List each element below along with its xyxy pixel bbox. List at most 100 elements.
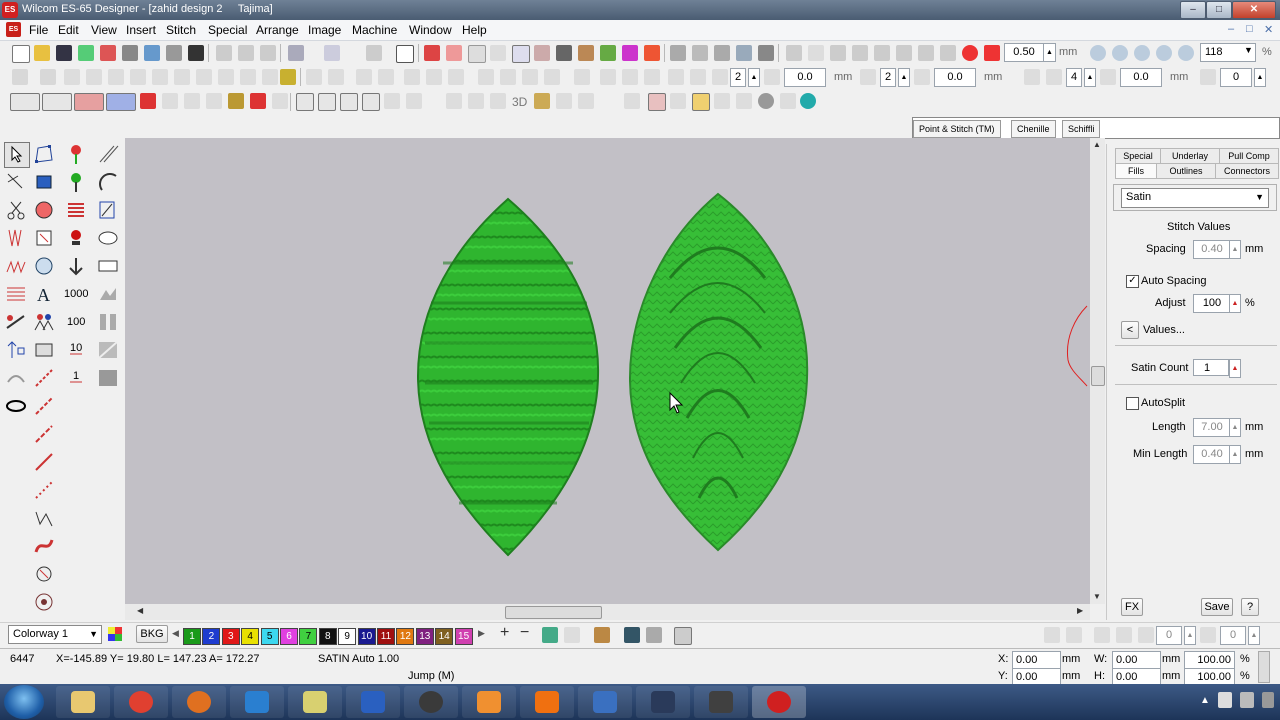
skew-angle-spinner[interactable]: ▲ (1248, 626, 1260, 645)
show-stitches-icon[interactable] (424, 45, 440, 61)
appliqué-icon[interactable] (4, 366, 28, 390)
columns-input[interactable]: 2 (730, 68, 746, 87)
reshape-object-icon[interactable] (32, 142, 56, 166)
angle-icon[interactable] (1200, 69, 1216, 85)
stitch-edit-icon[interactable] (4, 226, 28, 250)
satin-count-field[interactable]: 1 (1193, 359, 1229, 376)
taskbar-outlook[interactable] (346, 686, 400, 718)
program-split-icon[interactable] (228, 93, 244, 109)
skew-icon[interactable] (152, 69, 168, 85)
menu-machine[interactable]: Machine (352, 23, 397, 37)
circle-count-input[interactable]: 4 (1066, 68, 1082, 87)
contour-icon[interactable] (340, 93, 358, 111)
reshape-icon[interactable] (40, 69, 56, 85)
rotate-object-icon[interactable] (32, 198, 56, 222)
menu-help[interactable]: Help (462, 23, 487, 37)
stem-line-icon[interactable] (32, 422, 56, 446)
tab-underlay[interactable]: Underlay (1160, 148, 1220, 164)
menu-stitch[interactable]: Stitch (166, 23, 196, 37)
print-icon[interactable] (122, 45, 138, 61)
zoom-1to1-icon[interactable] (1156, 45, 1172, 61)
motif-icon[interactable] (384, 93, 400, 109)
same-height-icon[interactable] (622, 69, 638, 85)
taskbar-firefox[interactable] (172, 686, 226, 718)
kaleido-icon[interactable] (356, 69, 372, 85)
rotate-left-icon[interactable] (108, 69, 124, 85)
tab-fills[interactable]: Fills (1115, 163, 1157, 178)
menu-image[interactable]: Image (308, 23, 341, 37)
new-icon[interactable] (12, 45, 30, 63)
taskbar-wilcom[interactable] (752, 686, 806, 718)
group-icon[interactable] (830, 45, 846, 61)
rotate-angle-input[interactable]: 0 (1156, 626, 1182, 645)
maximize-button[interactable]: □ (1206, 1, 1232, 19)
row-spacing-icon[interactable] (914, 69, 930, 85)
send-to-machine-icon[interactable] (166, 45, 182, 61)
rotate-free-icon[interactable] (1138, 627, 1154, 643)
adjust-field[interactable]: 100 (1193, 294, 1231, 313)
mdi-close-button[interactable]: ✕ (1264, 23, 1273, 36)
align-left-icon[interactable] (404, 69, 420, 85)
space-evenly-h-icon[interactable] (544, 69, 560, 85)
3d-warp-icon[interactable] (534, 93, 550, 109)
taskbar-paint[interactable] (578, 686, 632, 718)
monogram-icon[interactable] (4, 394, 28, 418)
adjust-field-spinner[interactable]: ▲ (1229, 294, 1241, 313)
cross-stitch-icon[interactable] (250, 93, 266, 109)
remove-unused-icon[interactable] (564, 627, 580, 643)
design-canvas[interactable] (125, 138, 1090, 604)
tab-special[interactable]: Special (1115, 148, 1161, 164)
scroll-right-icon[interactable]: ▶ (1077, 606, 1083, 615)
taskbar-explorer[interactable] (56, 686, 110, 718)
hide-all-icon[interactable] (646, 627, 662, 643)
length-field-spinner[interactable]: ▲ (1229, 418, 1241, 437)
values-label[interactable]: Values... (1143, 324, 1185, 336)
scissors-icon[interactable] (4, 198, 28, 222)
auto-start-icon[interactable] (940, 45, 956, 61)
rotate-ccw-icon[interactable] (1094, 627, 1110, 643)
image-icon[interactable] (96, 338, 120, 362)
taskbar-media-player[interactable] (462, 686, 516, 718)
taskbar-media-center[interactable] (404, 686, 458, 718)
spacing-input[interactable]: 0.50 (1004, 43, 1044, 62)
rows-icon[interactable] (712, 69, 728, 85)
fancy-fill-icon[interactable] (272, 93, 288, 109)
autosplit-checkbox[interactable] (1126, 397, 1139, 410)
angle-spinner[interactable]: ▲ (1254, 68, 1266, 87)
blanket-icon[interactable] (32, 478, 56, 502)
mirror-x-icon[interactable] (64, 69, 80, 85)
show-hoop-icon[interactable] (534, 45, 550, 61)
align-icon[interactable] (196, 69, 212, 85)
align-top-icon[interactable] (478, 69, 494, 85)
order-icon[interactable] (240, 69, 256, 85)
nudge-down-icon[interactable] (808, 45, 824, 61)
columns-spinner[interactable]: ▲ (748, 68, 760, 87)
menu-file[interactable]: File (29, 23, 48, 37)
zigzag-line-icon[interactable] (32, 506, 56, 530)
satin-count-spinner[interactable]: ▲ (1229, 359, 1241, 378)
polyline-select-icon[interactable] (4, 170, 28, 194)
tab-point-and-stitch[interactable]: Point & Stitch (TM) (913, 120, 1001, 138)
flower-alt-icon[interactable] (64, 170, 88, 194)
travel-icon[interactable] (366, 45, 382, 61)
height-icon[interactable] (4, 338, 28, 362)
tab-schiffli[interactable]: Schiffli (1062, 120, 1101, 138)
fill-holes-icon[interactable] (736, 93, 752, 109)
edit-stitch-icon[interactable] (692, 93, 710, 111)
taskbar-studio[interactable] (694, 686, 748, 718)
color-chip-11[interactable]: 11 (377, 628, 395, 645)
split-icon[interactable] (714, 93, 730, 109)
star-icon[interactable] (800, 93, 816, 109)
column-a-icon[interactable] (32, 226, 56, 250)
rectangle-tool-icon[interactable] (96, 254, 120, 278)
show-connectors-icon[interactable] (468, 45, 486, 63)
circle-icon[interactable] (758, 93, 774, 109)
color-chip-15[interactable]: 15 (454, 628, 473, 645)
color-chip-13[interactable]: 13 (415, 628, 434, 645)
show-all-icon[interactable] (624, 627, 640, 643)
open-icon[interactable] (34, 45, 50, 61)
color-chip-7[interactable]: 7 (299, 628, 318, 645)
transform-icon[interactable] (12, 69, 28, 85)
color-chip-6[interactable]: 6 (280, 628, 298, 645)
horizontal-scroll-thumb[interactable] (505, 606, 602, 619)
